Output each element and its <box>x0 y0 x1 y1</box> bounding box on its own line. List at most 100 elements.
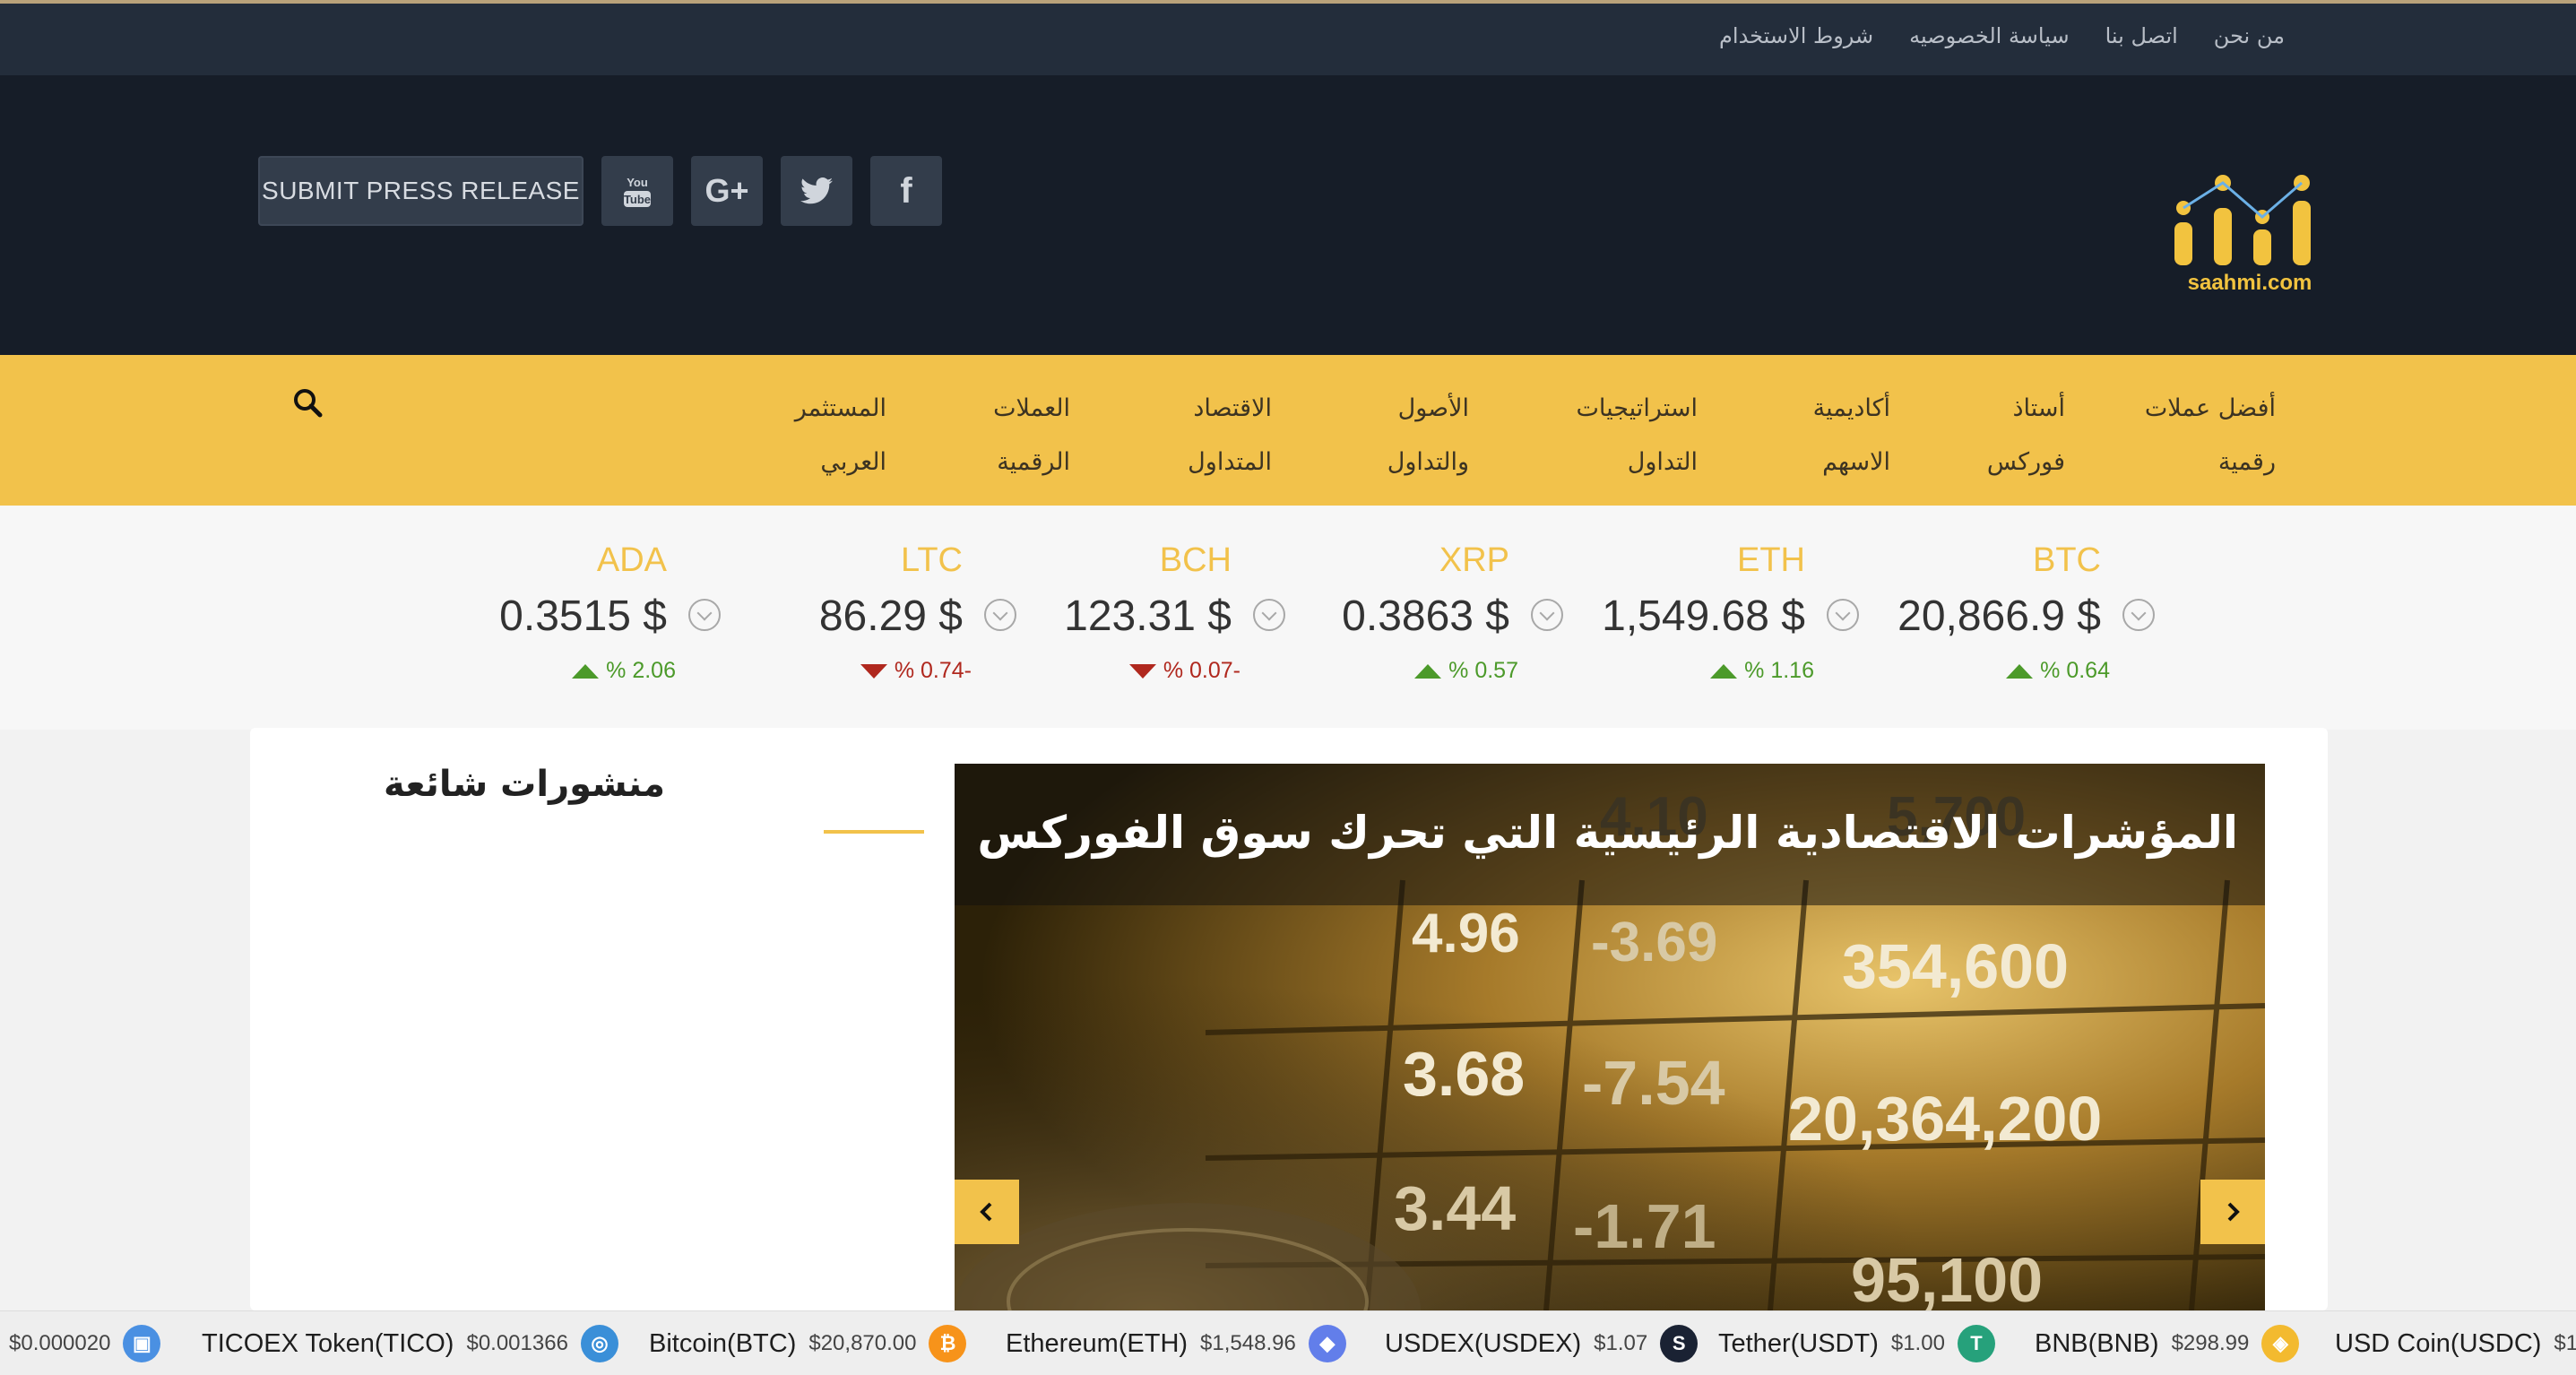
coin-price: $1.0 <box>2554 1331 2576 1355</box>
ticker-change: % 2.06 <box>572 658 676 684</box>
submit-press-release-button[interactable]: SUBMIT PRESS RELEASE <box>258 156 583 226</box>
top-bar: من نحن اتصل بنا سياسة الخصوصيه شروط الاس… <box>0 0 2576 75</box>
nav-item-assets-trading[interactable]: الأصول والتداول <box>1361 382 1469 489</box>
board-number: -3.69 <box>1591 912 1717 973</box>
board-number: 3.68 <box>1403 1039 1525 1109</box>
slide-title[interactable]: المؤشرات الاقتصادية الرئيسية التي تحرك س… <box>955 764 2265 905</box>
marquee-item[interactable]: BNB(BNB) $298.99 ◈ <box>2035 1311 2300 1375</box>
marquee-item[interactable]: Tether(USDT) $1.00 T <box>1718 1311 1995 1375</box>
nav-item-trading-strategies[interactable]: استراتيجيات التداول <box>1563 382 1698 489</box>
top-link-contact[interactable]: اتصل بنا <box>2105 23 2178 48</box>
site-header: SUBMIT PRESS RELEASE You Tube G+ f saahm… <box>0 75 2576 355</box>
nav-item-economy[interactable]: الاقتصاد المتداول <box>1164 382 1272 489</box>
arrow-up-icon <box>2006 663 2034 679</box>
board-number: 20,364,200 <box>1788 1084 2102 1154</box>
tico-coin-icon: ◎ <box>580 1325 618 1362</box>
top-link-terms[interactable]: شروط الاستخدام <box>1719 23 1873 48</box>
facebook-icon[interactable]: f <box>870 156 942 226</box>
ticker-symbol: LTC <box>901 541 963 579</box>
ticker-change-value: % 0.74- <box>894 658 972 683</box>
ticker-change-value: % 0.57 <box>1448 658 1518 683</box>
ticker-symbol: BTC <box>2033 541 2101 579</box>
ticker-ada[interactable]: ADA 0.3515 $ % 2.06 <box>452 541 721 685</box>
nav-item-crypto[interactable]: العملات الرقمية <box>972 382 1070 489</box>
marquee-item[interactable]: TICOEX Token(TICO) $0.001366 ◎ <box>202 1311 618 1375</box>
ticker-symbol: XRP <box>1439 541 1509 579</box>
google-plus-icon[interactable]: G+ <box>691 156 763 226</box>
price-tickers: BTC 20,866.9 $ % 0.64 ETH 1,549.68 $ % 1.16 XR… <box>0 506 2576 730</box>
ticker-eth[interactable]: ETH 1,549.68 $ % 1.16 <box>1590 541 1859 685</box>
marquee-item[interactable]: USD Coin(USDC)$1.0$ <box>2335 1311 2576 1375</box>
content-card: منشورات شائعة 4.96 -3.69 354,600 3.68 -7… <box>250 728 2328 1310</box>
arrow-down-icon <box>1128 663 1156 679</box>
coin-price: $298.99 <box>2171 1331 2250 1355</box>
ticker-xrp[interactable]: XRP 0.3863 $ % 0.57 <box>1294 541 1563 685</box>
chevron-down-circle-icon[interactable] <box>984 599 1016 631</box>
board-number: -1.71 <box>1573 1191 1716 1261</box>
coin-price: $0.000020 <box>9 1331 111 1355</box>
coin-name: TICOEX Token(TICO) <box>202 1328 454 1358</box>
ticker-change-value: % 2.06 <box>606 658 676 683</box>
box-coin-icon: ▣ <box>123 1325 161 1362</box>
ticker-btc[interactable]: BTC 20,866.9 $ % 0.64 <box>1886 541 2155 685</box>
nav-item-stocks-academy[interactable]: أكاديمية الاسهم <box>1774 382 1890 489</box>
marquee-item[interactable]: Ethereum(ETH) $1,548.96 ◆ <box>1006 1311 1346 1375</box>
marquee-item[interactable]: Bitcoin(BTC) $20,870.00 ₿ <box>649 1311 967 1375</box>
marquee-item[interactable]: $0.000020 ▣ <box>9 1311 161 1375</box>
popular-posts-title: منشورات شائعة <box>384 764 665 805</box>
coin-name: Ethereum(ETH) <box>1006 1328 1189 1358</box>
bnb-icon: ◈ <box>2261 1325 2300 1362</box>
marquee-item[interactable]: USDEX(USDEX) $1.07 S <box>1385 1311 1699 1375</box>
board-number: 4.96 <box>1412 903 1520 964</box>
coin-price: $1.00 <box>1890 1331 1945 1355</box>
twitter-icon[interactable] <box>781 156 852 226</box>
popular-title-underline <box>824 830 924 834</box>
ticker-price: 0.3515 $ <box>499 592 667 640</box>
board-number: 95,100 <box>1851 1245 2043 1310</box>
nav-item-best-crypto[interactable]: أفضل عملات رقمية <box>2132 382 2276 489</box>
chevron-left-icon <box>980 1202 992 1222</box>
coin-name: USD Coin(USDC) <box>2335 1328 2542 1358</box>
search-icon[interactable] <box>292 387 324 419</box>
chevron-down-circle-icon[interactable] <box>1827 599 1859 631</box>
featured-slider[interactable]: 4.96 -3.69 354,600 3.68 -7.54 20,364,200… <box>955 764 2265 1310</box>
board-number: 354,600 <box>1842 931 2069 1001</box>
main-nav: أفضل عملات رقمية أستاذ فوركس أكاديمية ال… <box>0 355 2576 506</box>
coin-name: BNB(BNB) <box>2035 1328 2159 1358</box>
svg-text:You: You <box>627 176 648 189</box>
ticker-price: 86.29 $ <box>818 592 963 640</box>
chevron-down-circle-icon[interactable] <box>1531 599 1563 631</box>
ticker-price: 123.31 $ <box>1064 592 1232 640</box>
top-link-privacy[interactable]: سياسة الخصوصيه <box>1909 23 2069 48</box>
bitcoin-icon: ₿ <box>929 1325 967 1362</box>
ticker-bch[interactable]: BCH 123.31 $ % 0.07- <box>1016 541 1285 685</box>
ticker-ltc[interactable]: LTC 86.29 $ % 0.74- <box>748 541 1016 685</box>
site-logo[interactable]: saahmi.com <box>2169 165 2330 308</box>
top-link-about[interactable]: من نحن <box>2214 23 2285 48</box>
ticker-change-value: % 0.07- <box>1163 658 1240 683</box>
nav-item-arab-investor[interactable]: المستثمر العربي <box>788 382 886 489</box>
logo-mark-icon <box>2174 175 2311 265</box>
ticker-price: 20,866.9 $ <box>1897 592 2101 640</box>
coin-name: USDEX(USDEX) <box>1385 1328 1582 1358</box>
coin-price: $20,870.00 <box>808 1331 917 1355</box>
board-number: 3.44 <box>1394 1173 1516 1243</box>
chevron-down-circle-icon[interactable] <box>688 599 721 631</box>
ticker-symbol: BCH <box>1159 541 1232 579</box>
crypto-marquee: $0.000020 ▣ TICOEX Token(TICO) $0.001366 ◎ Bi… <box>0 1310 2576 1375</box>
nav-item-forex-master[interactable]: أستاذ فوركس <box>1958 382 2065 489</box>
slider-prev-button[interactable] <box>955 1180 1019 1244</box>
slider-next-button[interactable] <box>2200 1180 2265 1244</box>
coin-price: $0.001366 <box>466 1331 568 1355</box>
logo-text: saahmi.com <box>2187 271 2312 295</box>
chevron-right-icon <box>2227 1202 2240 1222</box>
ticker-change: % 0.57 <box>1414 658 1518 684</box>
ticker-change-value: % 1.16 <box>1744 658 1814 683</box>
chevron-down-circle-icon[interactable] <box>2122 599 2155 631</box>
chevron-down-circle-icon[interactable] <box>1253 599 1285 631</box>
youtube-icon[interactable]: You Tube <box>601 156 673 226</box>
coin-price: $1,548.96 <box>1200 1331 1296 1355</box>
svg-text:Tube: Tube <box>624 193 651 206</box>
tether-icon: T <box>1957 1325 1995 1362</box>
arrow-up-icon <box>572 663 600 679</box>
